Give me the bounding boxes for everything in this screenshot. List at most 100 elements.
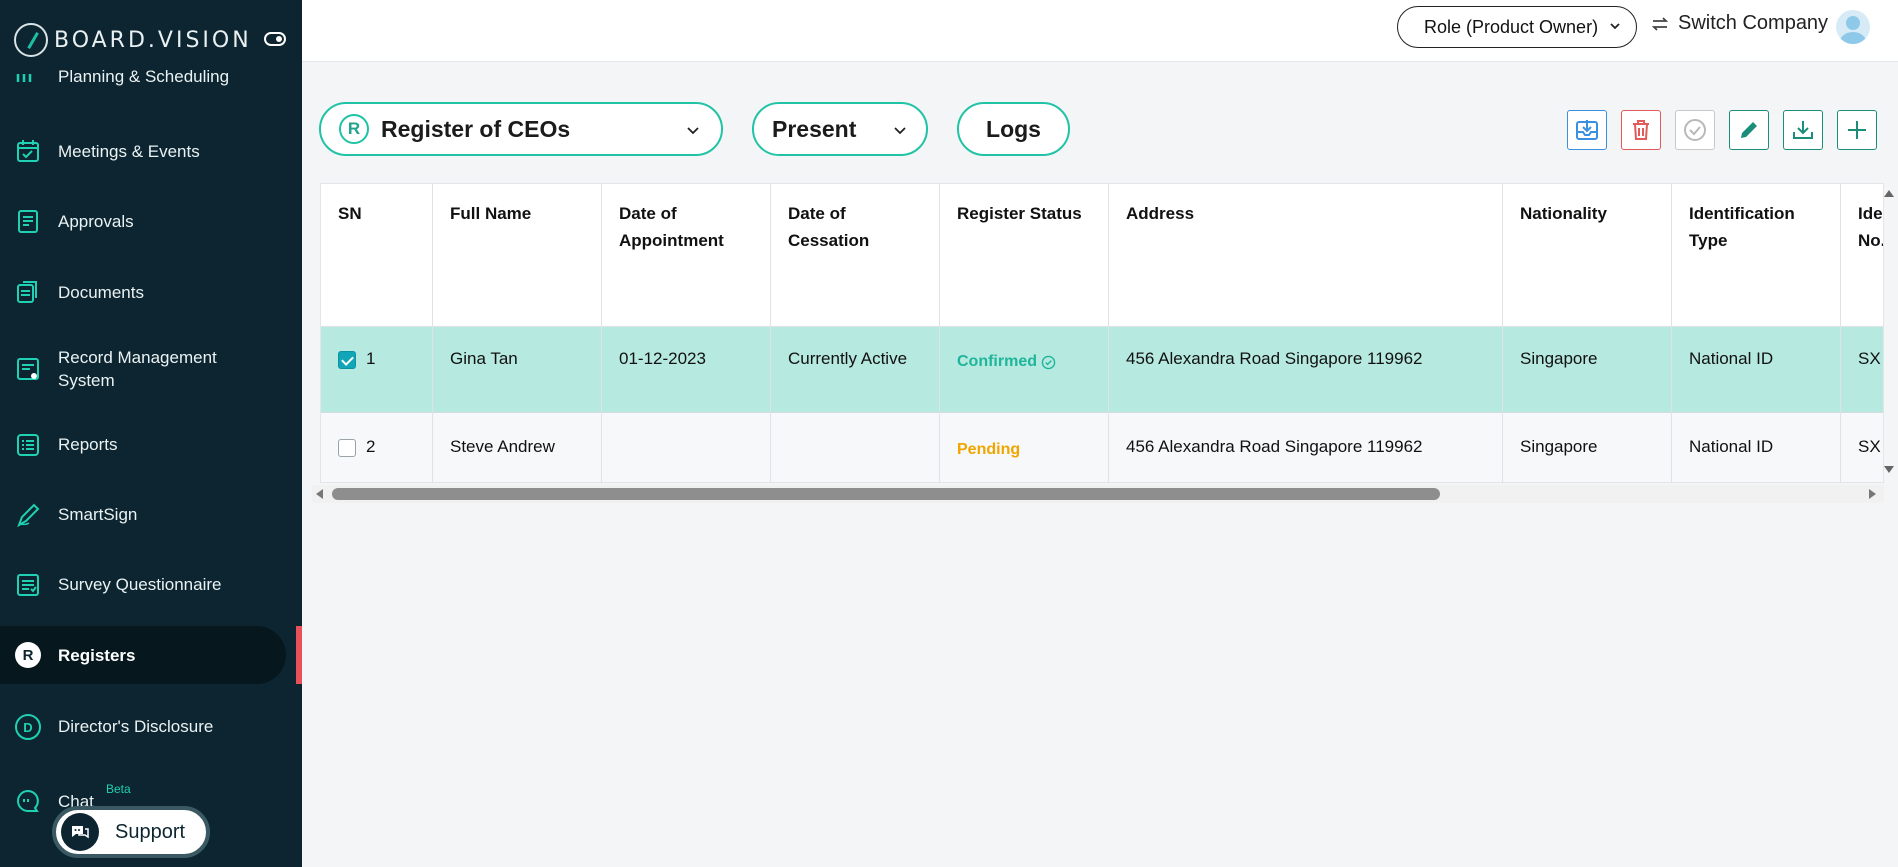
scroll-down-arrow[interactable]	[1884, 466, 1894, 473]
nationality-cell: Singapore	[1503, 413, 1672, 482]
logs-label: Logs	[986, 115, 1041, 142]
sidebar-item-registers[interactable]: R Registers	[0, 626, 302, 684]
registers-r-icon: R	[15, 642, 41, 668]
brand-logo[interactable]: BOARD.VISION	[14, 22, 252, 58]
scroll-left-arrow[interactable]	[316, 489, 323, 499]
row-sn-cell: 1	[321, 327, 433, 413]
register-select[interactable]: R Register of CEOs	[319, 102, 723, 156]
row-sn: 1	[366, 349, 376, 368]
chat-bubble-icon	[17, 789, 39, 812]
add-button[interactable]	[1837, 110, 1877, 150]
sidebar-item-documents[interactable]: Documents	[0, 278, 302, 306]
pencil-icon	[1741, 122, 1757, 138]
document-lines-icon	[18, 210, 38, 233]
role-label: Role (Product Owner)	[1424, 16, 1599, 37]
register-r-icon: R	[339, 114, 369, 144]
sidebar-item-approvals[interactable]: Approvals	[0, 208, 302, 236]
sidebar-item-label: SmartSign	[58, 505, 138, 524]
beta-badge: Beta	[106, 782, 131, 796]
column-header-address[interactable]: Address	[1109, 184, 1503, 327]
identification-type-cell: National ID	[1672, 327, 1841, 413]
identification-no-cell: SX	[1841, 327, 1883, 413]
role-dropdown[interactable]: Role (Product Owner)	[1397, 6, 1637, 48]
date-of-appointment-cell	[602, 413, 771, 482]
support-chat-icon	[61, 813, 99, 851]
delete-button[interactable]	[1621, 110, 1661, 150]
user-avatar[interactable]	[1836, 10, 1870, 44]
column-header-identification-type[interactable]: Identification Type	[1672, 184, 1841, 327]
chevron-down-icon	[894, 127, 906, 135]
calendar-check-icon	[17, 140, 39, 162]
support-button[interactable]: Support	[52, 806, 210, 858]
status-badge: Pending	[957, 441, 1021, 458]
column-header-date-of-cessation[interactable]: Date of Cessation	[771, 184, 940, 327]
disclosure-d-icon: D	[15, 714, 41, 740]
row-sn-cell: 2	[321, 413, 433, 482]
address-cell: 456 Alexandra Road Singapore 119962	[1109, 413, 1503, 482]
register-select-value: Register of CEOs	[381, 115, 571, 142]
active-item-highlight	[0, 626, 286, 684]
table-header-row: SN Full Name Date of Appointment Date of…	[321, 184, 1883, 327]
column-header-register-status[interactable]: Register Status	[940, 184, 1109, 327]
trash-icon	[1633, 120, 1649, 140]
column-header-date-of-appointment[interactable]: Date of Appointment	[602, 184, 771, 327]
register-table: SN Full Name Date of Appointment Date of…	[320, 183, 1884, 483]
table-row[interactable]: 1 Gina Tan 01-12-2023 Currently Active C…	[321, 327, 1883, 413]
sidebar-item-label: Survey Questionnaire	[58, 575, 222, 594]
address-cell: 456 Alexandra Road Singapore 119962	[1109, 327, 1503, 413]
sidebar-item-label: Record Management System	[58, 348, 217, 390]
full-name-cell: Steve Andrew	[433, 413, 602, 482]
sidebar-item-smartsign[interactable]: SmartSign	[0, 500, 302, 528]
switch-company-button[interactable]: Switch Company	[1650, 12, 1828, 35]
column-header-nationality[interactable]: Nationality	[1503, 184, 1672, 327]
scroll-up-arrow[interactable]	[1884, 190, 1894, 197]
scroll-right-arrow[interactable]	[1869, 489, 1876, 499]
logs-button[interactable]: Logs	[957, 102, 1070, 156]
import-tray-icon	[1576, 120, 1598, 140]
register-status-cell: Confirmed	[940, 327, 1109, 413]
sidebar-item-reports[interactable]: Reports	[0, 430, 302, 458]
import-button[interactable]	[1567, 110, 1607, 150]
chevron-down-icon	[687, 127, 699, 135]
scrollbar-thumb[interactable]	[332, 488, 1440, 500]
sidebar-item-survey[interactable]: Survey Questionnaire	[0, 570, 302, 598]
sidebar-item-planning[interactable]: Planning & Scheduling	[0, 67, 302, 92]
horizontal-scrollbar[interactable]	[312, 485, 1884, 503]
sidebar-item-label: Reports	[58, 435, 118, 454]
period-select[interactable]: Present	[752, 102, 928, 156]
chevron-down-icon	[1610, 23, 1620, 30]
status-badge: Confirmed	[957, 349, 1056, 371]
sidebar-item-label: Director's Disclosure	[58, 717, 214, 736]
download-button[interactable]	[1783, 110, 1823, 150]
column-header-identification-no[interactable]: Ide No.	[1841, 184, 1883, 327]
checklist-icon	[17, 574, 39, 596]
sidebar-item-directors-disclosure[interactable]: D Director's Disclosure	[0, 712, 302, 740]
top-header: Role (Product Owner) Switch Company	[302, 0, 1898, 62]
approve-button[interactable]	[1675, 110, 1715, 150]
full-name-cell: Gina Tan	[433, 327, 602, 413]
switch-company-label: Switch Company	[1678, 12, 1829, 34]
row-checkbox[interactable]	[338, 438, 356, 457]
sidebar-item-records[interactable]: Record Management System	[0, 346, 302, 392]
sidebar-item-label: Approvals	[58, 212, 134, 231]
register-status-cell: Pending	[940, 413, 1109, 482]
switch-arrows-icon	[1651, 16, 1669, 31]
board-vision-logo-icon	[14, 23, 48, 57]
table-row[interactable]: 2 Steve Andrew Pending 456 Alexandra Roa…	[321, 413, 1883, 482]
identification-type-cell: National ID	[1672, 413, 1841, 482]
period-select-value: Present	[772, 115, 857, 142]
download-icon	[1793, 121, 1813, 139]
row-checkbox[interactable]	[338, 350, 356, 369]
nationality-cell: Singapore	[1503, 327, 1672, 413]
sidebar-item-label: Registers	[58, 646, 136, 665]
sidebar-toggle-icon[interactable]	[264, 32, 286, 46]
sidebar-item-meetings[interactable]: Meetings & Events	[0, 138, 302, 166]
support-label: Support	[115, 820, 186, 843]
column-header-sn[interactable]: SN	[321, 184, 433, 327]
column-header-full-name[interactable]: Full Name	[433, 184, 602, 327]
list-report-icon	[17, 434, 39, 456]
edit-button[interactable]	[1729, 110, 1769, 150]
status-text: Confirmed	[957, 353, 1037, 370]
plus-icon	[1848, 121, 1866, 139]
row-sn: 2	[366, 437, 376, 456]
